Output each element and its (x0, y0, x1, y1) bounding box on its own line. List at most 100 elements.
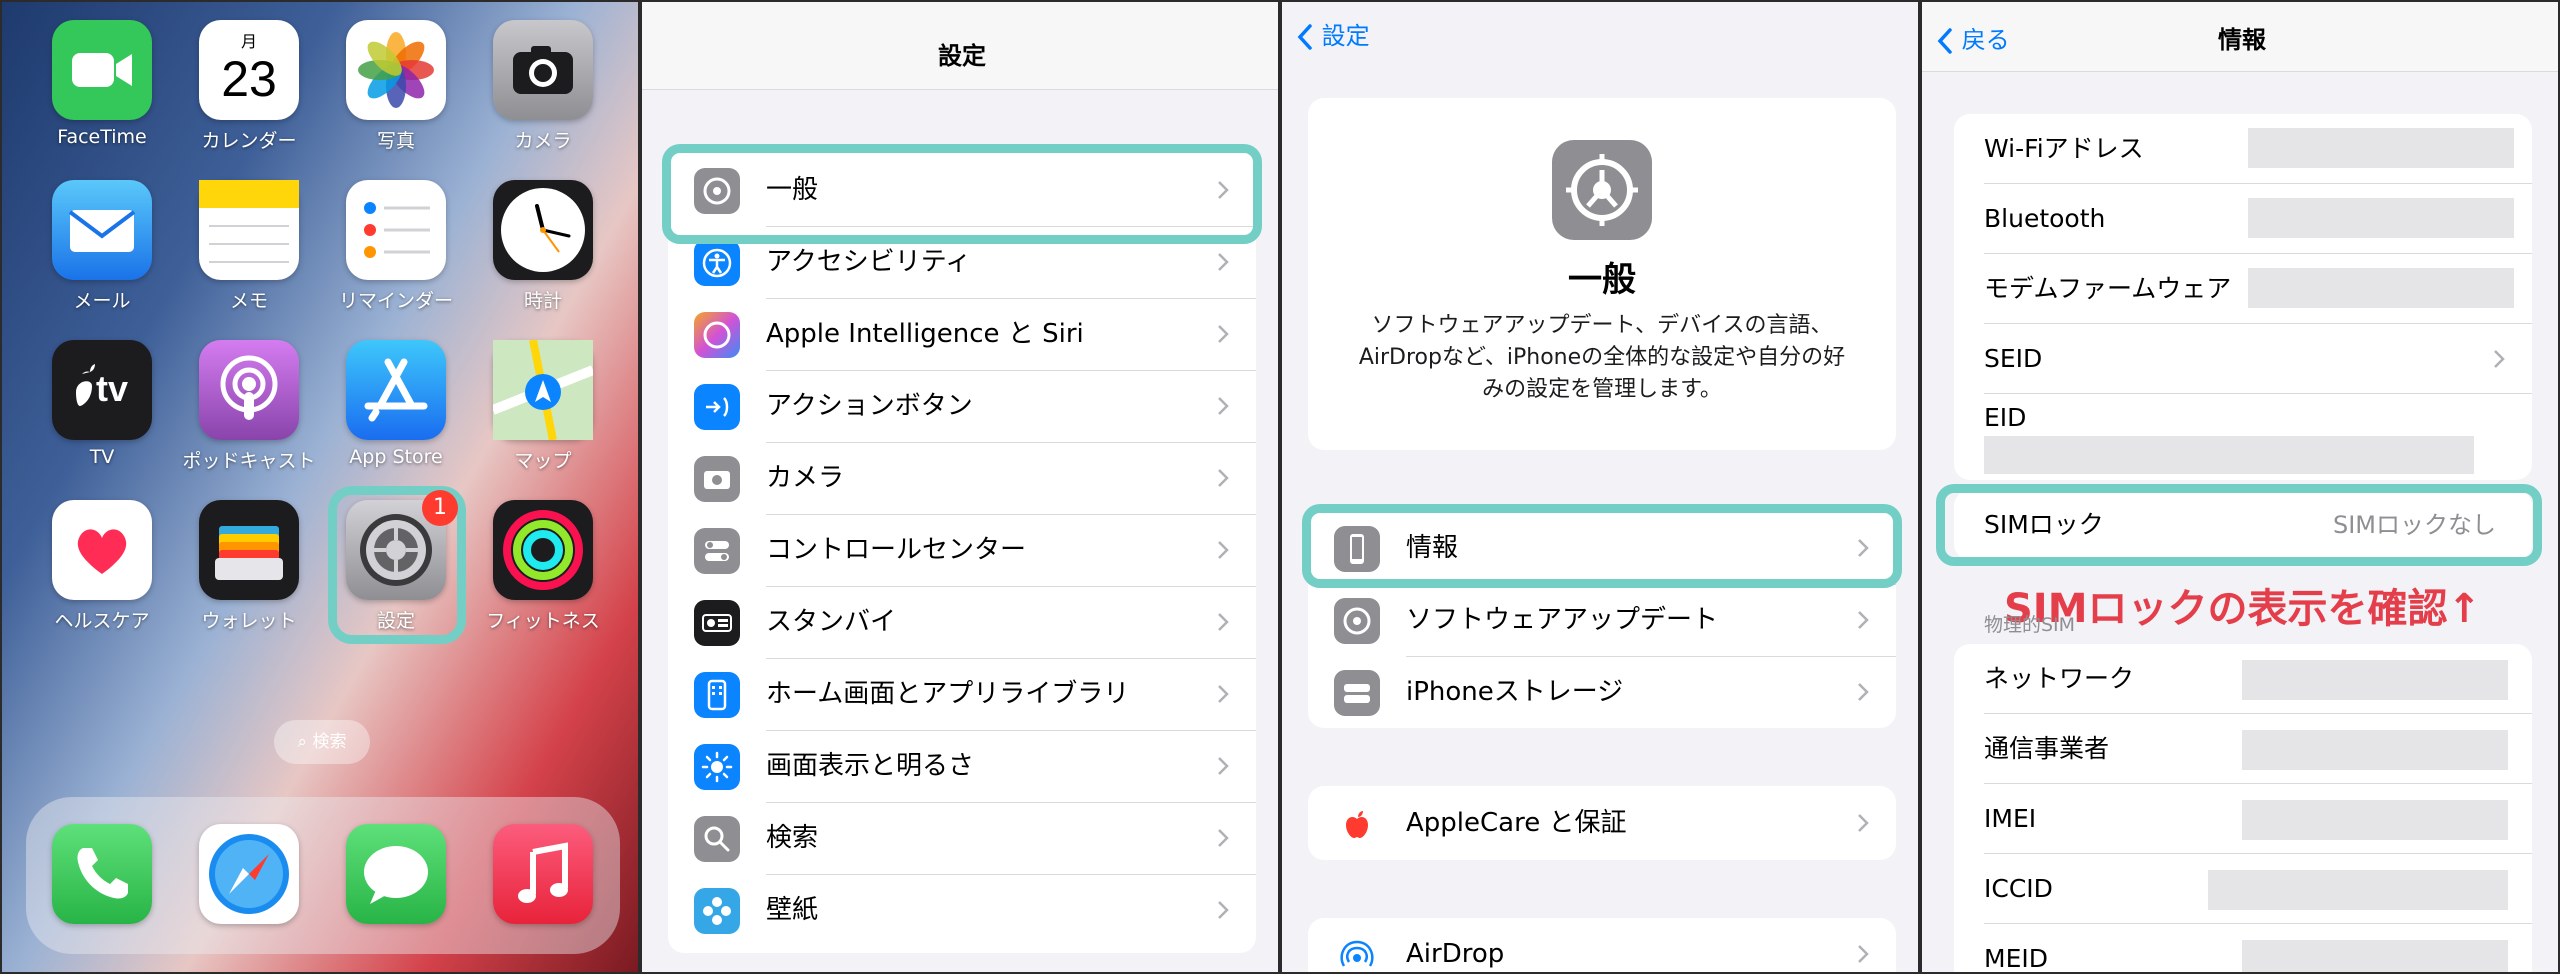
nav-bar: 戻る 情報 (1922, 2, 2558, 72)
general-item-applecare[interactable]: AppleCare と保証 (1308, 787, 1896, 859)
calendar-icon[interactable]: 月 23 (199, 20, 299, 120)
health-icon[interactable] (52, 500, 152, 600)
messages-icon[interactable] (346, 824, 446, 924)
settings-item-label: Apple Intelligence と Siri (766, 319, 1084, 349)
clock-icon[interactable] (493, 180, 593, 280)
settings-item-label: コントロールセンター (766, 535, 1027, 565)
info-row-carrier: 通信事業者 (1954, 714, 2532, 784)
settings-item-standby[interactable]: スタンバイ (668, 586, 1256, 658)
settings-item-siri[interactable]: Apple Intelligence と Siri (668, 298, 1256, 370)
settings-item-search[interactable]: 検索 (668, 802, 1256, 874)
chevron-right-icon (1218, 757, 1229, 775)
info-row-label: ICCID (1984, 874, 2053, 903)
info-row-label: SEID (1984, 344, 2043, 373)
settings-item-display-brightness[interactable]: 画面表示と明るさ (668, 730, 1256, 802)
tv-icon[interactable]: tv (52, 340, 152, 440)
phone-icon[interactable] (52, 824, 152, 924)
chevron-right-icon (1218, 829, 1229, 847)
general-item-software-update[interactable]: ソフトウェアアップデート (1308, 584, 1896, 656)
app-label: カレンダー (201, 130, 297, 152)
info-row-label: 通信事業者 (1984, 734, 2110, 763)
page-title: 情報 (2218, 26, 2266, 54)
general-item-storage[interactable]: iPhoneストレージ (1308, 656, 1896, 728)
info-row-modem-firmware: モデムファームウェア (1954, 254, 2532, 324)
settings-item-label: カメラ (766, 463, 845, 493)
app-label: メール (73, 290, 131, 312)
chevron-right-icon (1218, 613, 1229, 631)
chevron-right-icon (1858, 814, 1869, 832)
settings-item-label: 画面表示と明るさ (766, 751, 975, 781)
reminders-icon[interactable] (346, 180, 446, 280)
settings-item-label: スタンバイ (766, 607, 897, 637)
photos-icon[interactable] (346, 20, 446, 120)
app-label: カメラ (514, 130, 572, 152)
facetime-icon[interactable] (52, 20, 152, 120)
general-item-label: ソフトウェアアップデート (1406, 605, 1719, 635)
general-header-card: 一般 ソフトウェアアップデート、デバイスの言語、AirDropなど、iPhone… (1308, 98, 1896, 450)
action-button-icon (694, 384, 740, 430)
settings-item-label: アクションボタン (766, 391, 973, 421)
info-row-label: Bluetooth (1984, 204, 2106, 233)
podcasts-icon[interactable] (199, 340, 299, 440)
search-icon (694, 816, 740, 862)
notes-icon[interactable] (199, 180, 299, 280)
settings-item-label: 検索 (766, 823, 819, 853)
mail-icon[interactable] (52, 180, 152, 280)
calendar-month: 月 (240, 32, 257, 51)
section-header: 物理的SIM (1984, 614, 2076, 636)
general-group-2: AppleCare と保証 (1308, 786, 1896, 860)
settings-item-home-screen[interactable]: ホーム画面とアプリライブラリ (668, 658, 1256, 730)
info-group-1: Wi-Fiアドレス Bluetooth モデムファームウェア SEID EID (1954, 114, 2532, 480)
nav-bar: 設定 (642, 2, 1278, 90)
storage-icon (1334, 670, 1380, 716)
app-label: ポッドキャスト (182, 450, 316, 472)
maps-icon[interactable] (493, 340, 593, 440)
chevron-right-icon (1218, 397, 1229, 415)
general-panel: 設定 一般 ソフトウェアアップデート、デバイスの言語、AirDropなど、iPh… (1280, 0, 1920, 974)
chevron-right-icon (1218, 325, 1229, 343)
info-row-seid[interactable]: SEID (1954, 324, 2532, 394)
app-label: リマインダー (338, 290, 453, 312)
annotation-caption: SIMロックの表示を確認↑ (2004, 586, 2482, 632)
chevron-right-icon (1218, 253, 1229, 271)
settings-item-wallpaper[interactable]: 壁紙 (668, 874, 1256, 946)
siri-icon (694, 312, 740, 358)
tutorial-screenshot-strip: FaceTime 月 23 カレンダー 写真 カメラ メール メモ リマインダー… (0, 0, 2560, 974)
airdrop-icon (1334, 932, 1380, 972)
home-screen-icon (694, 672, 740, 718)
calendar-day: 23 (221, 51, 277, 107)
settings-item-label: ホーム画面とアプリライブラリ (766, 679, 1130, 709)
search-label: 検索 (312, 732, 347, 752)
info-row-wifi-address: Wi-Fiアドレス (1954, 114, 2532, 184)
camera-icon[interactable] (493, 20, 593, 120)
chevron-left-icon (1297, 24, 1312, 50)
app-store-icon[interactable] (346, 340, 446, 440)
fitness-icon[interactable] (493, 500, 593, 600)
safari-icon[interactable] (199, 824, 299, 924)
redacted-value (2248, 268, 2514, 308)
general-highlight (662, 144, 1262, 244)
gear-icon (1552, 140, 1652, 240)
general-item-airdrop[interactable]: AirDrop (1308, 918, 1896, 972)
divider (766, 802, 1256, 803)
app-label: App Store (349, 446, 443, 468)
settings-item-action-button[interactable]: アクションボタン (668, 370, 1256, 442)
settings-item-control-center[interactable]: コントロールセンター (668, 514, 1256, 586)
app-label: メモ (229, 290, 268, 312)
settings-item-camera[interactable]: カメラ (668, 442, 1256, 514)
general-group-3: AirDrop (1308, 918, 1896, 972)
about-highlight (1302, 504, 1902, 588)
redacted-value (2242, 800, 2508, 840)
music-icon[interactable] (493, 824, 593, 924)
app-label: 設定 (376, 610, 415, 632)
back-button[interactable]: 設定 (1296, 16, 1370, 51)
info-row-label: MEID (1984, 944, 2048, 973)
gear-badge-icon (1334, 598, 1380, 644)
settings-item-label: 壁紙 (766, 895, 819, 925)
chevron-right-icon (2494, 350, 2505, 368)
wallpaper-icon (694, 888, 740, 934)
spotlight-search-button[interactable]: ⌕ 検索 (274, 720, 370, 764)
wallet-icon[interactable] (199, 500, 299, 600)
info-row-eid: EID (1954, 394, 2532, 480)
about-panel: 戻る 情報 Wi-Fiアドレス Bluetooth モデムファームウェア SEI… (1920, 0, 2560, 974)
